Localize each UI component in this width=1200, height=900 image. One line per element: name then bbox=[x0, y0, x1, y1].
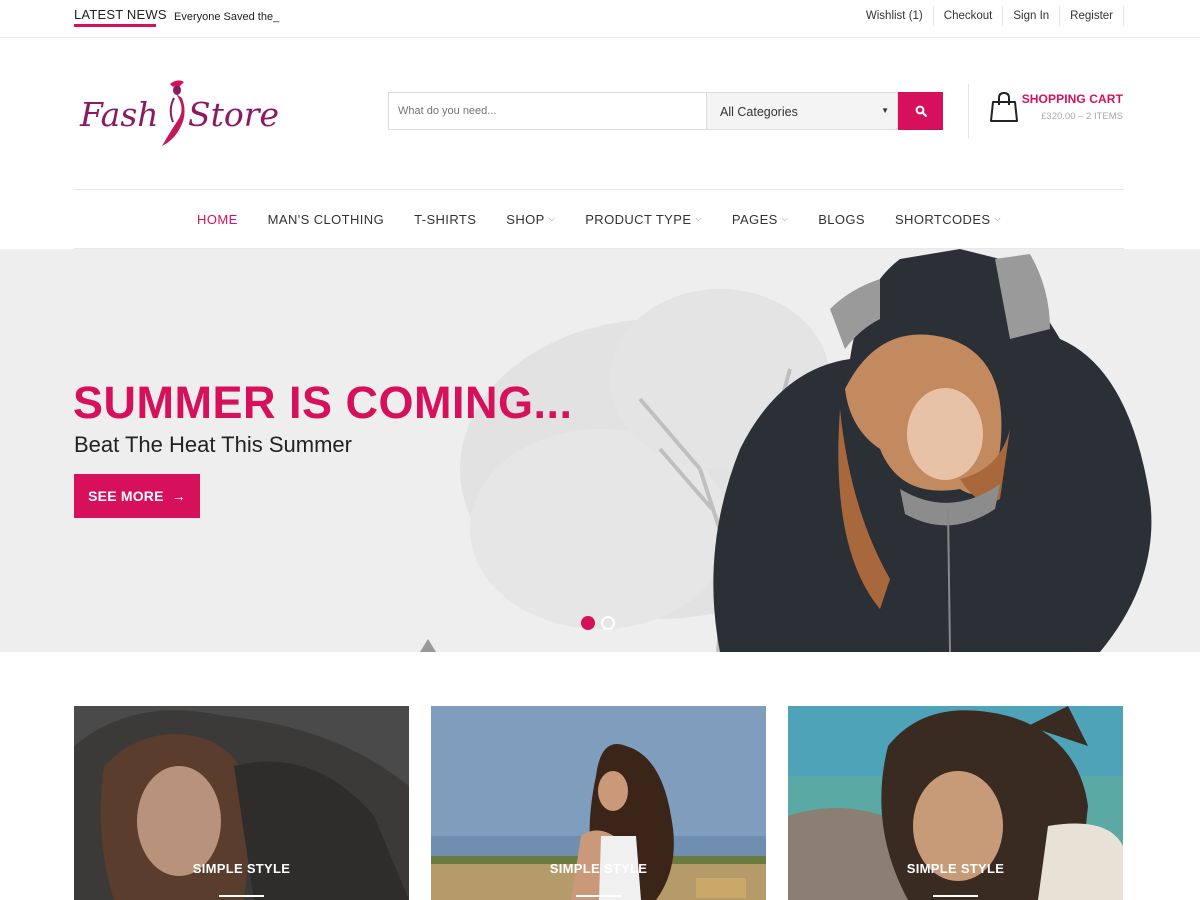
nav-item-shop[interactable]: SHOP ⌵ bbox=[506, 212, 555, 227]
see-more-label: SEE MORE bbox=[88, 488, 164, 504]
slider-dot-1[interactable] bbox=[581, 616, 595, 630]
caret-down-icon: ▼ bbox=[881, 106, 889, 115]
see-more-button[interactable]: SEE MORE → bbox=[74, 474, 200, 518]
top-links: Wishlist (1) Checkout Sign In Register bbox=[856, 6, 1124, 26]
nav-item-home[interactable]: HOME bbox=[197, 212, 238, 227]
hero-title: SUMMER IS COMING... bbox=[73, 377, 573, 428]
promo-card-label: SIMPLE STYLE bbox=[192, 861, 291, 876]
checkout-link[interactable]: Checkout bbox=[934, 6, 1004, 26]
shopping-bag-icon[interactable] bbox=[990, 91, 1020, 123]
chevron-down-icon: ⌵ bbox=[781, 214, 789, 223]
chevron-down-icon: ⌵ bbox=[695, 214, 702, 223]
nav-item-label: SHOP bbox=[506, 211, 545, 227]
category-select-value: All Categories bbox=[720, 105, 798, 119]
nav-item-label: SHORTCODES bbox=[894, 211, 991, 227]
latest-news-label: LATEST NEWS bbox=[74, 7, 167, 22]
chevron-down-icon: ⌵ bbox=[994, 214, 1001, 223]
hero-subtitle: Beat The Heat This Summer bbox=[74, 432, 352, 457]
promo-card-label: SIMPLE STYLE bbox=[906, 861, 1005, 876]
search-icon bbox=[915, 105, 927, 117]
nav-item-mans-clothing[interactable]: MAN'S CLOTHING bbox=[268, 212, 384, 227]
wishlist-link[interactable]: Wishlist (1) bbox=[856, 6, 934, 26]
chevron-down-icon: ⌵ bbox=[548, 214, 556, 223]
cart-summary: £320.00 – 2 ITEMS bbox=[1041, 111, 1123, 122]
promo-card-underline bbox=[219, 895, 264, 897]
nav-item-t-shirts[interactable]: T-SHIRTS bbox=[414, 212, 476, 227]
logo-text-store: Store bbox=[188, 95, 278, 134]
nav-item-label: MAN'S CLOTHING bbox=[267, 211, 385, 227]
top-bar: LATEST NEWS Everyone Saved the_ Wishlist… bbox=[0, 0, 1200, 38]
nav-item-label: HOME bbox=[197, 211, 238, 227]
nav-item-product-type[interactable]: PRODUCT TYPE ⌵ bbox=[585, 212, 702, 227]
hero-slider[interactable]: SUMMER IS COMING... Beat The Heat This S… bbox=[0, 249, 1200, 652]
search-input[interactable] bbox=[388, 92, 706, 130]
promo-card-2[interactable]: SIMPLE STYLE bbox=[431, 706, 766, 900]
nav-item-shortcodes[interactable]: SHORTCODES ⌵ bbox=[895, 212, 1001, 227]
arrow-right-icon: → bbox=[171, 488, 186, 504]
site-logo[interactable]: Fash Store bbox=[78, 74, 279, 152]
nav-item-label: PAGES bbox=[731, 211, 778, 227]
register-link[interactable]: Register bbox=[1060, 6, 1124, 26]
nav-item-label: T-SHIRTS bbox=[414, 211, 477, 227]
nav-item-blogs[interactable]: BLOGS bbox=[818, 212, 865, 227]
latest-news-underline bbox=[74, 24, 156, 27]
promo-card-1[interactable]: SIMPLE STYLE bbox=[74, 706, 409, 900]
shopping-cart-title[interactable]: SHOPPING CART bbox=[1022, 92, 1123, 106]
nav-item-label: BLOGS bbox=[818, 211, 865, 227]
main-navigation: HOME MAN'S CLOTHING T-SHIRTS SHOP ⌵ PROD… bbox=[74, 189, 1124, 249]
news-ticker-text[interactable]: Everyone Saved the_ bbox=[174, 11, 279, 23]
sign-in-link[interactable]: Sign In bbox=[1003, 6, 1061, 26]
promo-card-label: SIMPLE STYLE bbox=[549, 861, 648, 876]
logo-text-fash: Fash bbox=[79, 95, 159, 134]
promo-card-underline bbox=[576, 895, 621, 897]
search-button[interactable] bbox=[898, 92, 943, 130]
promo-card-3[interactable]: SIMPLE STYLE bbox=[788, 706, 1123, 900]
logo-figure-icon bbox=[162, 80, 185, 146]
nav-item-label: PRODUCT TYPE bbox=[585, 211, 692, 227]
nav-item-pages[interactable]: PAGES ⌵ bbox=[732, 212, 788, 227]
header-divider bbox=[968, 84, 969, 139]
promo-card-underline bbox=[933, 895, 978, 897]
search-bar: All Categories ▼ bbox=[388, 92, 943, 130]
category-select[interactable]: All Categories ▼ bbox=[706, 92, 898, 130]
slider-dot-2[interactable] bbox=[601, 616, 615, 630]
